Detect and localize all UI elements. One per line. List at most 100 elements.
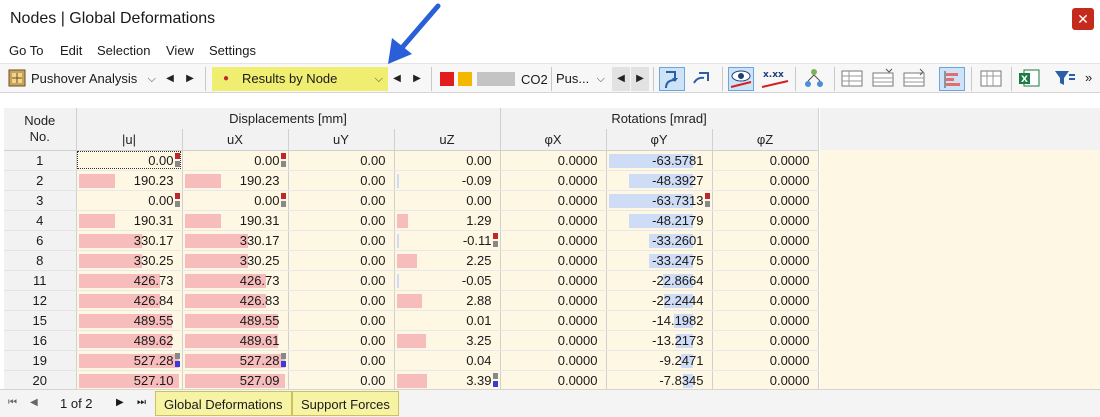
col-header-ux[interactable]: uX: [182, 129, 289, 151]
cell-u[interactable]: 489.55: [76, 310, 183, 331]
col-header-uy[interactable]: uY: [288, 129, 395, 151]
cell-py[interactable]: -14.1982: [606, 310, 713, 331]
cell-u[interactable]: 190.31: [76, 210, 183, 231]
table-filter-icon[interactable]: [871, 67, 897, 91]
cell-uz[interactable]: -0.09: [394, 170, 501, 191]
cell-ux[interactable]: 0.00: [182, 190, 289, 211]
cell-px[interactable]: 0.0000: [500, 170, 607, 191]
cell-uy[interactable]: 0.00: [288, 150, 395, 171]
node-header[interactable]: Node No.: [4, 108, 77, 151]
cell-pz[interactable]: 0.0000: [712, 350, 819, 371]
node-number-cell[interactable]: 12: [4, 290, 77, 311]
cell-uy[interactable]: 0.00: [288, 310, 395, 331]
select-in-model-icon[interactable]: [659, 67, 685, 91]
node-number-cell[interactable]: 15: [4, 310, 77, 331]
cell-u[interactable]: 330.25: [76, 250, 183, 271]
next-combo-button[interactable]: ▶: [631, 67, 649, 91]
cell-uy[interactable]: 0.00: [288, 230, 395, 251]
relationship-icon[interactable]: [802, 67, 828, 91]
cell-py[interactable]: -7.8345: [606, 370, 713, 391]
table-row[interactable]: 8 330.25 330.25 0.00 2.25 0.0000 -33.2475 0.000…: [4, 250, 819, 271]
cell-pz[interactable]: 0.0000: [712, 290, 819, 311]
cell-py[interactable]: -9.2471: [606, 350, 713, 371]
node-number-cell[interactable]: 6: [4, 230, 77, 251]
cell-uz[interactable]: -0.05: [394, 270, 501, 291]
node-number-cell[interactable]: 11: [4, 270, 77, 291]
table-sort-icon[interactable]: [902, 67, 928, 91]
cell-uz[interactable]: 2.25: [394, 250, 501, 271]
cell-u[interactable]: 0.00: [76, 190, 183, 211]
prev-page-icon[interactable]: ◀: [30, 397, 38, 408]
cell-px[interactable]: 0.0000: [500, 190, 607, 211]
table-row[interactable]: 15 489.55 489.55 0.00 0.01 0.0000 -14.1982 0.00…: [4, 310, 819, 331]
cell-ux[interactable]: 426.83: [182, 290, 289, 311]
node-number-cell[interactable]: 20: [4, 370, 77, 391]
cell-py[interactable]: -22.2444: [606, 290, 713, 311]
cell-py[interactable]: -48.2179: [606, 210, 713, 231]
cell-uy[interactable]: 0.00: [288, 250, 395, 271]
cell-px[interactable]: 0.0000: [500, 150, 607, 171]
cell-pz[interactable]: 0.0000: [712, 170, 819, 191]
node-number-cell[interactable]: 16: [4, 330, 77, 351]
columns-icon[interactable]: [979, 67, 1005, 91]
node-number-cell[interactable]: 8: [4, 250, 77, 271]
table-row[interactable]: 4 190.31 190.31 0.00 1.29 0.0000 -48.2179 0.000…: [4, 210, 819, 231]
cell-pz[interactable]: 0.0000: [712, 270, 819, 291]
jump-to-object-icon[interactable]: [690, 67, 716, 91]
cell-ux[interactable]: 527.09: [182, 370, 289, 391]
col-header-phix[interactable]: φX: [500, 129, 607, 151]
tab-support-forces[interactable]: Support Forces: [292, 391, 399, 416]
prev-analysis-button[interactable]: ◀: [161, 67, 179, 91]
cell-uz[interactable]: 0.04: [394, 350, 501, 371]
cell-u[interactable]: 527.28: [76, 350, 183, 371]
excel-export-icon[interactable]: X: [1017, 67, 1043, 91]
table-row[interactable]: 20 527.10 527.09 0.00 3.39 0.0000 -7.8345 0.000…: [4, 370, 819, 391]
cell-ux[interactable]: 330.17: [182, 230, 289, 251]
cell-u[interactable]: 330.17: [76, 230, 183, 251]
cell-ux[interactable]: 0.00: [182, 150, 289, 171]
cell-u[interactable]: 190.23: [76, 170, 183, 191]
cell-uy[interactable]: 0.00: [288, 270, 395, 291]
table-row[interactable]: 2 190.23 190.23 0.00 -0.09 0.0000 -48.3927 0.00…: [4, 170, 819, 191]
col-header-u[interactable]: |u|: [76, 129, 183, 151]
cell-uy[interactable]: 0.00: [288, 290, 395, 311]
bar-diagram-icon[interactable]: [939, 67, 965, 91]
cell-uy[interactable]: 0.00: [288, 170, 395, 191]
cell-py[interactable]: -22.8664: [606, 270, 713, 291]
next-analysis-button[interactable]: ▶: [181, 67, 199, 91]
cell-px[interactable]: 0.0000: [500, 350, 607, 371]
cell-px[interactable]: 0.0000: [500, 330, 607, 351]
table-row[interactable]: 11 426.73 426.73 0.00 -0.05 0.0000 -22.8664 0.0…: [4, 270, 819, 291]
cell-pz[interactable]: 0.0000: [712, 250, 819, 271]
next-page-icon[interactable]: ▶: [116, 397, 124, 408]
node-number-cell[interactable]: 3: [4, 190, 77, 211]
menu-settings[interactable]: Settings: [209, 43, 256, 58]
prev-combo-button[interactable]: ◀: [612, 67, 630, 91]
cell-px[interactable]: 0.0000: [500, 290, 607, 311]
cell-uy[interactable]: 0.00: [288, 210, 395, 231]
table-row[interactable]: 16 489.62 489.61 0.00 3.25 0.0000 -13.2173 0.00…: [4, 330, 819, 351]
menu-edit[interactable]: Edit: [60, 43, 82, 58]
cell-ux[interactable]: 330.25: [182, 250, 289, 271]
node-number-cell[interactable]: 19: [4, 350, 77, 371]
more-tools-button[interactable]: »: [1085, 70, 1092, 85]
cell-u[interactable]: 426.84: [76, 290, 183, 311]
node-number-cell[interactable]: 2: [4, 170, 77, 191]
cell-pz[interactable]: 0.0000: [712, 370, 819, 391]
cell-uz[interactable]: 1.29: [394, 210, 501, 231]
cell-ux[interactable]: 527.28: [182, 350, 289, 371]
cell-px[interactable]: 0.0000: [500, 230, 607, 251]
cell-pz[interactable]: 0.0000: [712, 150, 819, 171]
cell-u[interactable]: 426.73: [76, 270, 183, 291]
cell-py[interactable]: -33.2601: [606, 230, 713, 251]
cell-ux[interactable]: 426.73: [182, 270, 289, 291]
cell-uz[interactable]: 0.01: [394, 310, 501, 331]
cell-uy[interactable]: 0.00: [288, 370, 395, 391]
cell-uz[interactable]: 0.00: [394, 190, 501, 211]
cell-uz[interactable]: 3.25: [394, 330, 501, 351]
cell-px[interactable]: 0.0000: [500, 270, 607, 291]
cell-px[interactable]: 0.0000: [500, 250, 607, 271]
analysis-dropdown[interactable]: Pushover Analysis ⌵: [31, 67, 161, 91]
node-number-cell[interactable]: 1: [4, 150, 77, 171]
cell-u[interactable]: 489.62: [76, 330, 183, 351]
